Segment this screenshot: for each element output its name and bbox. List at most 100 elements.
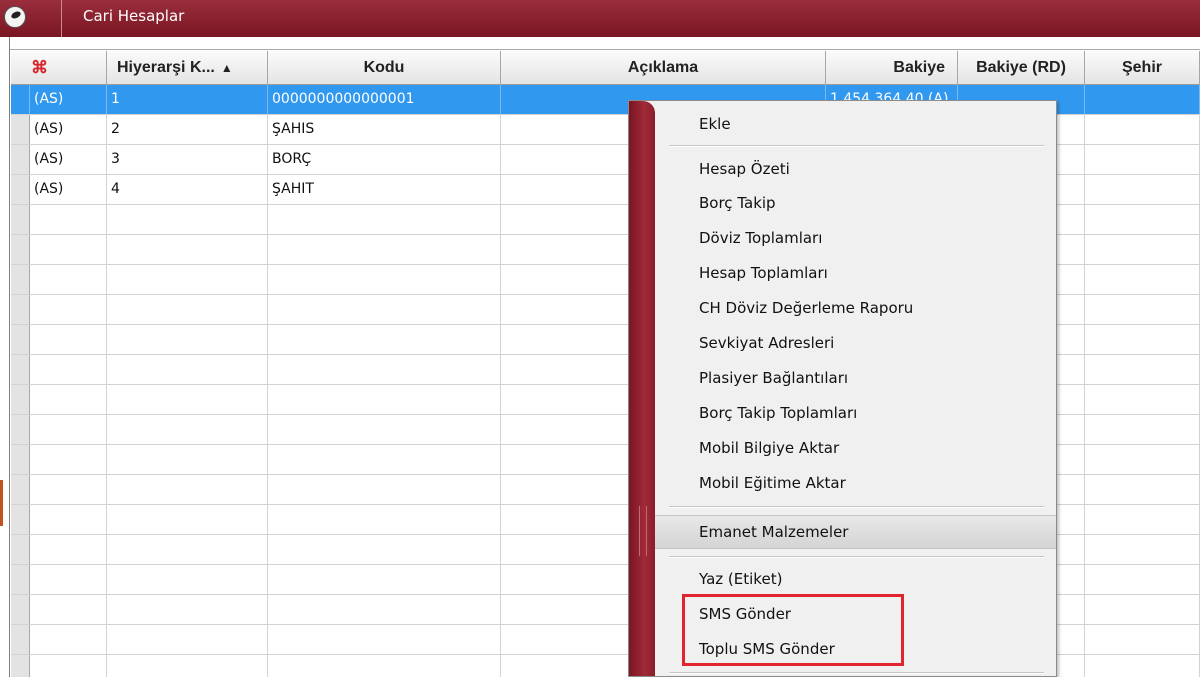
row-indicator[interactable] bbox=[11, 295, 30, 324]
column-header-city[interactable]: Şehir bbox=[1085, 51, 1200, 85]
menu-item-mobil-bilgiye-aktar[interactable]: Mobil Bilgiye Aktar bbox=[655, 431, 1056, 465]
cell-city bbox=[1085, 625, 1200, 654]
row-indicator[interactable] bbox=[11, 445, 30, 474]
column-header-code[interactable]: Kodu bbox=[268, 51, 501, 85]
cell-tag bbox=[30, 205, 107, 234]
cell-hierarchy bbox=[107, 595, 268, 624]
menu-item-sevkiyat-adresleri[interactable]: Sevkiyat Adresleri bbox=[655, 326, 1056, 360]
column-header-balance-label: Bakiye bbox=[893, 58, 945, 76]
sort-ascending-icon: ▲ bbox=[220, 60, 233, 75]
cell-tag bbox=[30, 595, 107, 624]
context-menu-grip bbox=[639, 506, 647, 556]
menu-separator bbox=[669, 556, 1044, 558]
row-indicator[interactable] bbox=[11, 385, 30, 414]
frame-resize-marker bbox=[0, 480, 3, 526]
row-indicator[interactable] bbox=[11, 175, 30, 204]
cell-hierarchy: 3 bbox=[107, 145, 268, 174]
menu-item-label: Hesap Özeti bbox=[699, 160, 790, 178]
cell-city bbox=[1085, 595, 1200, 624]
cell-code bbox=[268, 445, 501, 474]
highlight-annotation-box bbox=[682, 594, 904, 666]
cell-city bbox=[1085, 85, 1200, 114]
row-indicator[interactable] bbox=[11, 205, 30, 234]
cell-hierarchy bbox=[107, 235, 268, 264]
cell-code bbox=[268, 595, 501, 624]
cell-code bbox=[268, 535, 501, 564]
row-indicator[interactable] bbox=[11, 535, 30, 564]
window-frame-left bbox=[0, 37, 10, 677]
cell-tag bbox=[30, 355, 107, 384]
row-indicator[interactable] bbox=[11, 115, 30, 144]
cell-tag bbox=[30, 445, 107, 474]
cell-hierarchy bbox=[107, 385, 268, 414]
row-indicator[interactable] bbox=[11, 565, 30, 594]
cell-hierarchy bbox=[107, 265, 268, 294]
grid-corner-header[interactable]: ⌘ bbox=[11, 51, 107, 85]
column-header-city-label: Şehir bbox=[1121, 58, 1162, 76]
cell-tag bbox=[30, 385, 107, 414]
cell-code bbox=[268, 655, 501, 677]
cell-code bbox=[268, 295, 501, 324]
row-indicator[interactable] bbox=[11, 505, 30, 534]
menu-item-ch-doviz-degerleme-raporu[interactable]: CH Döviz Değerleme Raporu bbox=[655, 291, 1056, 325]
cell-code bbox=[268, 565, 501, 594]
row-indicator[interactable] bbox=[11, 85, 30, 114]
cell-hierarchy bbox=[107, 295, 268, 324]
cell-code bbox=[268, 205, 501, 234]
context-menu-side-strip bbox=[629, 101, 655, 676]
cell-code bbox=[268, 475, 501, 504]
cell-city bbox=[1085, 475, 1200, 504]
cell-hierarchy bbox=[107, 355, 268, 384]
cell-code bbox=[268, 235, 501, 264]
context-menu: Ekle Hesap Özeti Borç Takip Döviz Toplam… bbox=[628, 100, 1057, 677]
column-header-hierarchy[interactable]: Hiyerarşi K... ▲ bbox=[107, 51, 268, 85]
app-icon[interactable] bbox=[4, 6, 26, 28]
menu-item-hesap-ozeti[interactable]: Hesap Özeti bbox=[655, 152, 1056, 186]
row-indicator[interactable] bbox=[11, 655, 30, 677]
menu-item-label: Hesap Toplamları bbox=[699, 264, 828, 282]
cell-hierarchy bbox=[107, 445, 268, 474]
column-header-hierarchy-label: Hiyerarşi K... bbox=[117, 58, 215, 76]
menu-item-emanet-malzemeler[interactable]: Emanet Malzemeler bbox=[655, 515, 1056, 549]
row-indicator[interactable] bbox=[11, 235, 30, 264]
cell-code bbox=[268, 325, 501, 354]
column-header-balance-rd[interactable]: Bakiye (RD) bbox=[958, 51, 1085, 85]
menu-item-label: Borç Takip Toplamları bbox=[699, 404, 858, 422]
row-indicator[interactable] bbox=[11, 625, 30, 654]
menu-item-label: Borç Takip bbox=[699, 194, 776, 212]
row-indicator[interactable] bbox=[11, 265, 30, 294]
cell-tag bbox=[30, 295, 107, 324]
cell-hierarchy bbox=[107, 505, 268, 534]
row-indicator[interactable] bbox=[11, 145, 30, 174]
cell-code: ŞAHIT bbox=[268, 175, 501, 204]
row-indicator[interactable] bbox=[11, 325, 30, 354]
menu-item-plasiyer-baglantilari[interactable]: Plasiyer Bağlantıları bbox=[655, 361, 1056, 395]
cell-city bbox=[1085, 565, 1200, 594]
window-title: Cari Hesaplar bbox=[83, 7, 185, 25]
menu-item-borc-takip-toplamlari[interactable]: Borç Takip Toplamları bbox=[655, 396, 1056, 430]
column-chooser-icon[interactable]: ⌘ bbox=[31, 58, 48, 78]
row-indicator[interactable] bbox=[11, 595, 30, 624]
menu-item-ekle[interactable]: Ekle bbox=[655, 107, 1056, 141]
menu-item-borc-takip[interactable]: Borç Takip bbox=[655, 186, 1056, 220]
column-header-code-label: Kodu bbox=[363, 58, 405, 76]
column-header-balance[interactable]: Bakiye bbox=[826, 51, 958, 85]
menu-item-label: Döviz Toplamları bbox=[699, 229, 823, 247]
cell-tag bbox=[30, 325, 107, 354]
menu-item-hesap-toplamlari[interactable]: Hesap Toplamları bbox=[655, 256, 1056, 290]
column-header-description[interactable]: Açıklama bbox=[501, 51, 826, 85]
cell-hierarchy bbox=[107, 205, 268, 234]
cell-hierarchy: 2 bbox=[107, 115, 268, 144]
menu-item-label: Plasiyer Bağlantıları bbox=[699, 369, 849, 387]
menu-item-mobil-egitime-aktar[interactable]: Mobil Eğitime Aktar bbox=[655, 466, 1056, 500]
row-indicator[interactable] bbox=[11, 415, 30, 444]
row-indicator[interactable] bbox=[11, 355, 30, 384]
row-indicator[interactable] bbox=[11, 475, 30, 504]
cell-hierarchy bbox=[107, 535, 268, 564]
cell-hierarchy bbox=[107, 625, 268, 654]
menu-item-label: Mobil Bilgiye Aktar bbox=[699, 439, 840, 457]
cell-code bbox=[268, 265, 501, 294]
menu-item-yaz-etiket[interactable]: Yaz (Etiket) bbox=[655, 562, 1056, 596]
cell-city bbox=[1085, 295, 1200, 324]
menu-item-doviz-toplamlari[interactable]: Döviz Toplamları bbox=[655, 221, 1056, 255]
